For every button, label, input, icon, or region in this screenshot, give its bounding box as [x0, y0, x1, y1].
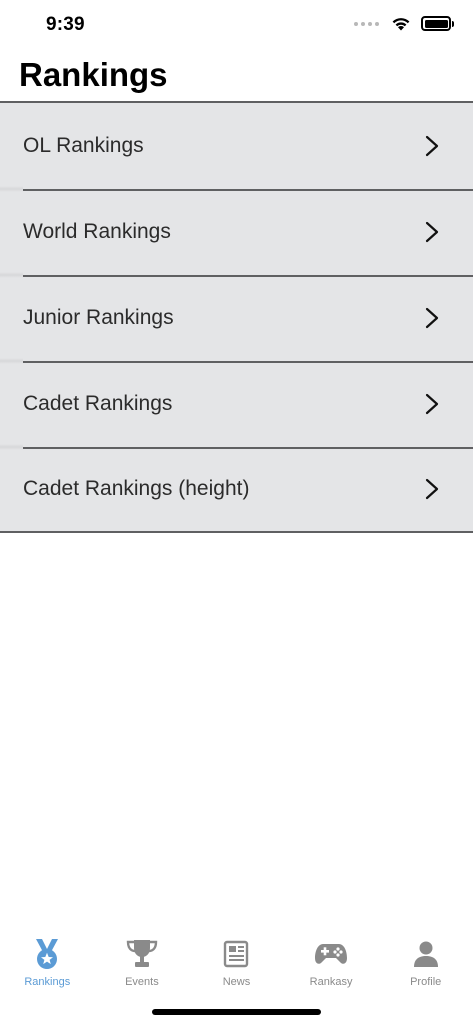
status-bar: 9:39: [0, 0, 473, 52]
list-item-junior-rankings[interactable]: Junior Rankings: [0, 272, 473, 361]
list-item-label: Junior Rankings: [23, 306, 174, 329]
signal-dots-icon: [354, 21, 379, 26]
tab-label: Events: [125, 976, 159, 988]
person-icon: [413, 941, 438, 967]
medal-icon: [36, 939, 59, 969]
tab-label: Profile: [410, 976, 442, 988]
rankings-list: OL Rankings World Rankings Junior Rankin…: [0, 101, 473, 533]
tab-bar: Rankings Events News Rankasy Profile: [0, 930, 473, 994]
tab-rankasy[interactable]: Rankasy: [284, 930, 379, 994]
chevron-right-icon: [425, 478, 439, 500]
status-icons: [354, 16, 454, 31]
chevron-right-icon: [425, 221, 439, 243]
list-item-world-rankings[interactable]: World Rankings: [0, 186, 473, 275]
list-item-label: OL Rankings: [23, 134, 144, 157]
newspaper-icon: [224, 940, 249, 968]
tab-events[interactable]: Events: [95, 930, 190, 994]
home-indicator[interactable]: [152, 1009, 321, 1015]
tab-label: Rankings: [24, 976, 71, 988]
list-item-cadet-rankings-height[interactable]: Cadet Rankings (height): [0, 444, 473, 533]
tab-label: Rankasy: [309, 976, 353, 988]
list-item-label: Cadet Rankings: [23, 392, 173, 415]
gamepad-icon: [315, 944, 348, 964]
chevron-right-icon: [425, 393, 439, 415]
tab-profile[interactable]: Profile: [378, 930, 473, 994]
tab-news[interactable]: News: [189, 930, 284, 994]
list-item-label: Cadet Rankings (height): [23, 477, 250, 500]
list-item-ol-rankings[interactable]: OL Rankings: [0, 103, 473, 189]
status-time: 9:39: [46, 14, 85, 35]
chevron-right-icon: [425, 135, 439, 157]
battery-icon: [421, 16, 454, 31]
wifi-icon: [392, 18, 410, 31]
list-item-cadet-rankings[interactable]: Cadet Rankings: [0, 358, 473, 447]
chevron-right-icon: [425, 307, 439, 329]
tab-rankings[interactable]: Rankings: [0, 930, 95, 994]
trophy-icon: [126, 940, 158, 967]
tab-label: News: [222, 976, 251, 988]
page-title: Rankings: [19, 56, 168, 93]
list-item-label: World Rankings: [23, 220, 171, 243]
